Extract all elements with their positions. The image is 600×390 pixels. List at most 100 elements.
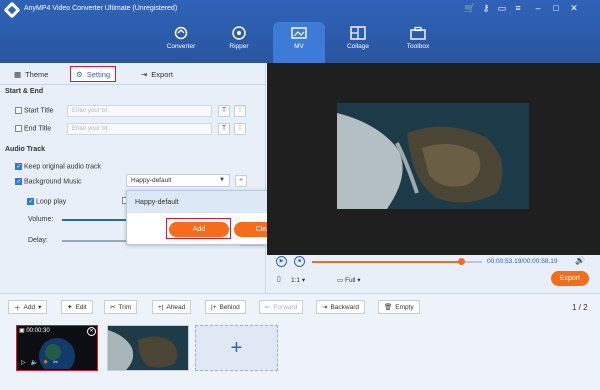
progress-fill [312, 261, 459, 263]
ahead-icon: +| [158, 303, 164, 311]
end-title-input[interactable]: Enter your txt [67, 123, 212, 135]
tab-setting-label: Setting [86, 69, 111, 79]
start-title-input[interactable]: Enter your txt [67, 105, 212, 117]
keep-original-checkbox[interactable] [15, 163, 22, 170]
end-title-checkbox[interactable] [15, 125, 22, 132]
tab-label: Converter [166, 43, 196, 50]
keep-original-label: Keep original audio track [23, 163, 102, 171]
tab-theme[interactable]: ▦ Theme [14, 66, 48, 82]
audio-track-header: Audio Track [5, 146, 46, 153]
effect-icon[interactable]: ✸ [43, 359, 48, 366]
edit-button[interactable]: ✦ Edit [61, 300, 93, 314]
end-title-label: End Title [23, 125, 52, 133]
text-style-icon[interactable]: T [218, 105, 230, 117]
stop-icon[interactable]: ■ [294, 256, 305, 267]
plus-icon: ＋ [14, 305, 21, 312]
start-title-checkbox[interactable] [15, 107, 22, 114]
tab-setting[interactable]: ⚙ Setting [70, 66, 117, 82]
clip-thumbnail[interactable]: ▣ 00:00:30 ✕ ▷ 🔈 ✸ ✂ [16, 325, 98, 374]
chevron-down-icon: ▼ [219, 177, 225, 183]
trash-icon: 🗑 [384, 304, 393, 311]
tab-export[interactable]: ⇥ Export [141, 66, 173, 82]
tab-converter[interactable]: Converter [155, 22, 207, 63]
tab-toolbox[interactable]: Toolbox [392, 22, 444, 63]
tab-ripper[interactable]: Ripper [213, 22, 265, 63]
monitor-icon: ▭ [337, 277, 344, 284]
play-icon[interactable]: ▷ [21, 359, 26, 366]
cart-icon[interactable]: 🛒 [464, 3, 476, 14]
chat-icon[interactable]: ▭ [496, 3, 508, 14]
trim-button[interactable]: ✂ Trim [104, 300, 138, 314]
gear-icon: ⚙ [76, 69, 83, 79]
display-mode-select[interactable]: ▭ Full ▾ [337, 276, 361, 284]
add-clip-button[interactable]: ＋ Add ▾ [8, 300, 48, 314]
background-music-row: Background Music [15, 178, 82, 185]
behind-button[interactable]: |+ Behind [205, 300, 246, 314]
remove-clip-icon[interactable]: ✕ [87, 327, 96, 336]
aspect-ratio-select[interactable]: 1:1 ▾ [291, 276, 305, 284]
aspect-ratio-value: 1:1 [291, 277, 301, 284]
edit-label: Edit [75, 303, 87, 311]
text-settings-icon[interactable]: ⁞ [234, 105, 246, 117]
empty-button[interactable]: 🗑 Empty [378, 300, 420, 314]
text-style-icon[interactable]: T [218, 123, 230, 135]
start-title-row: Start Title [15, 107, 54, 114]
add-clip-placeholder[interactable]: + [195, 325, 278, 371]
maximize-icon[interactable]: □ [550, 3, 562, 13]
audio-icon[interactable]: 🔈 [31, 359, 38, 366]
background-music-label: Background Music [23, 178, 82, 186]
tab-mv[interactable]: MV [273, 22, 325, 63]
close-icon[interactable]: ✕ [568, 3, 580, 14]
progress-track[interactable] [312, 261, 482, 263]
export-icon: ⇥ [141, 69, 148, 79]
forward-button[interactable]: ⇤ Forward [259, 300, 304, 314]
preview-frame [337, 103, 529, 209]
key-icon[interactable]: ⚷ [480, 3, 492, 14]
backward-button[interactable]: ⇥ Backward [316, 300, 365, 314]
background-music-checkbox[interactable] [15, 178, 22, 185]
volume-icon[interactable]: 🔊 [575, 256, 585, 265]
empty-label: Empty [395, 303, 414, 311]
start-title-label: Start Title [23, 107, 54, 115]
add-music-button[interactable]: + [235, 175, 247, 187]
music-select-value: Happy-default [131, 177, 172, 184]
play-icon[interactable]: ▶ [276, 256, 287, 267]
clip-actions: ▷ 🔈 ✸ ✂ [21, 359, 58, 366]
progress-handle[interactable] [458, 258, 465, 265]
film-icon: ▣ [19, 328, 25, 334]
tab-label: Ripper [229, 43, 249, 50]
clip-thumbnail[interactable] [107, 325, 189, 371]
end-title-row: End Title [15, 125, 51, 132]
app-title: AnyMP4 Video Converter Ultimate (Unregis… [24, 5, 178, 12]
coastline-image [337, 103, 529, 209]
crop-icon[interactable]: ▯ [277, 275, 281, 283]
add-button-highlight [166, 218, 231, 239]
loop-play-checkbox[interactable] [27, 198, 34, 205]
ahead-button[interactable]: +| Ahead [152, 300, 192, 314]
backward-icon: ⇥ [322, 304, 328, 311]
export-button[interactable]: Export [551, 271, 589, 286]
magic-wand-icon: ✦ [67, 304, 73, 311]
music-select[interactable]: Happy-default ▼ [126, 174, 230, 187]
tab-collage[interactable]: Collage [332, 22, 384, 63]
video-preview [267, 63, 600, 255]
music-option-label: Happy-default [135, 199, 179, 206]
clip-duration-value: 00:00:30 [26, 328, 50, 334]
tab-label: Toolbox [406, 43, 430, 50]
plus-icon: + [230, 337, 243, 359]
clip-duration: ▣ 00:00:30 [19, 327, 50, 334]
behind-icon: |+ [211, 303, 217, 311]
divider [0, 84, 266, 85]
backward-label: Backward [330, 303, 359, 311]
volume-slider[interactable] [62, 219, 126, 221]
text-settings-icon[interactable]: ⁞ [234, 123, 246, 135]
converter-icon [174, 26, 188, 40]
start-end-header: Start & End [5, 88, 44, 95]
tab-label: Collage [346, 43, 370, 50]
minimize-icon[interactable]: – [532, 3, 544, 13]
toolbox-icon [410, 26, 426, 40]
mv-icon [291, 27, 307, 39]
delay-slider[interactable] [62, 240, 126, 242]
scissors-icon[interactable]: ✂ [53, 359, 58, 366]
menu-icon[interactable]: ≡ [512, 3, 524, 13]
